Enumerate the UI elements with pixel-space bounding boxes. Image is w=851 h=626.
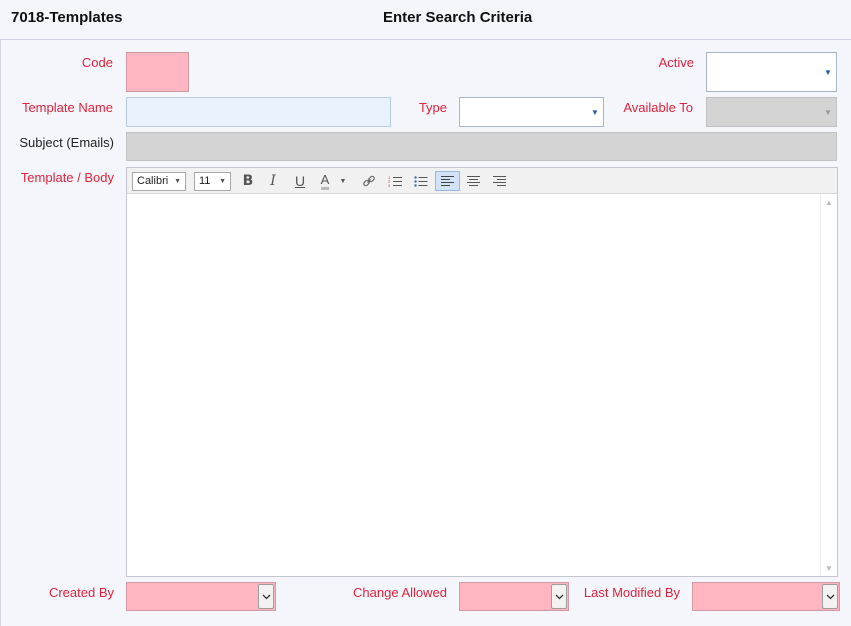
editor-toolbar: Calibri ▼ 11 ▼ B I U A ▼ 123 [127, 168, 837, 194]
page-title: Enter Search Criteria [383, 9, 533, 26]
underline-button[interactable]: U [289, 171, 311, 191]
active-label: Active [658, 55, 694, 70]
last-modified-by-label: Last Modified By [583, 585, 680, 600]
font-name-select[interactable]: Calibri ▼ [132, 172, 186, 191]
template-name-label: Template Name [21, 100, 113, 115]
link-icon[interactable] [358, 171, 380, 191]
italic-button[interactable]: I [262, 171, 284, 191]
font-color-button[interactable]: A [315, 171, 335, 191]
editor-content-area[interactable] [127, 194, 837, 576]
editor-scrollbar[interactable]: ▲ ▼ [820, 194, 837, 576]
chevron-down-icon: ▼ [824, 67, 832, 77]
active-dropdown[interactable]: ▼ [706, 52, 837, 92]
chevron-down-icon: ▼ [174, 178, 181, 185]
bullet-list-icon[interactable] [410, 171, 432, 191]
font-size-value: 11 [199, 175, 211, 187]
dropdown-button[interactable] [822, 584, 838, 609]
change-allowed-dropdown[interactable] [459, 582, 569, 611]
dropdown-button[interactable] [551, 584, 567, 609]
app-title: 7018-Templates [11, 9, 123, 26]
bold-button[interactable]: B [237, 171, 259, 191]
font-size-select[interactable]: 11 ▼ [194, 172, 231, 191]
font-color-letter: A [320, 172, 330, 190]
code-input[interactable] [126, 52, 189, 92]
type-label: Type [418, 100, 447, 115]
align-right-icon[interactable] [488, 171, 510, 191]
available-to-dropdown[interactable]: ▼ [706, 97, 837, 127]
rich-text-editor[interactable]: Calibri ▼ 11 ▼ B I U A ▼ 123 ▲ ▼ [126, 167, 838, 577]
dropdown-button[interactable] [258, 584, 274, 609]
scroll-up-icon[interactable]: ▲ [821, 194, 837, 210]
align-center-icon[interactable] [462, 171, 484, 191]
chevron-down-icon [826, 594, 834, 599]
subject-input[interactable] [126, 132, 837, 161]
template-name-input[interactable] [126, 97, 391, 127]
change-allowed-label: Change Allowed [353, 585, 447, 600]
numbered-list-icon[interactable]: 123 [384, 171, 406, 191]
chevron-down-icon [262, 594, 270, 599]
subject-label: Subject (Emails) [19, 135, 114, 150]
chevron-down-icon[interactable]: ▼ [337, 171, 349, 191]
template-body-label: Template / Body [20, 170, 114, 185]
font-name-value: Calibri [137, 175, 169, 187]
align-left-icon[interactable] [435, 171, 460, 191]
available-to-label: Available To [623, 100, 693, 115]
last-modified-by-dropdown[interactable] [692, 582, 840, 611]
created-by-label: Created By [48, 585, 114, 600]
chevron-down-icon [555, 594, 563, 599]
created-by-dropdown[interactable] [126, 582, 276, 611]
type-dropdown[interactable]: ▼ [459, 97, 604, 127]
svg-text:3: 3 [388, 183, 391, 188]
chevron-down-icon: ▼ [219, 178, 226, 185]
code-label: Code [81, 55, 113, 70]
left-divider [0, 40, 1, 626]
scroll-down-icon[interactable]: ▼ [821, 560, 837, 576]
chevron-down-icon: ▼ [824, 107, 832, 117]
